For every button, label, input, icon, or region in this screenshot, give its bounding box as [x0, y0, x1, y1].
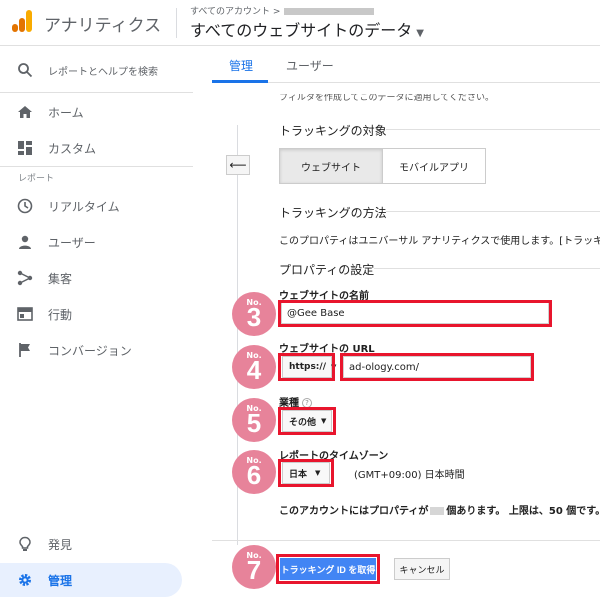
search-icon: [18, 63, 33, 78]
sidebar-item-label: 集客: [48, 271, 73, 286]
tracking-method-heading: トラッキングの方法: [279, 206, 387, 220]
highlight-box: [340, 353, 534, 381]
sidebar-item-conversions[interactable]: コンバージョン: [0, 333, 193, 367]
lightbulb-icon: [19, 536, 31, 551]
step-badge: No. 6: [232, 450, 276, 494]
back-button[interactable]: ⟵: [226, 155, 250, 175]
clock-icon: [17, 198, 33, 214]
home-icon: [18, 106, 32, 118]
timezone-value: (GMT+09:00) 日本時間: [354, 470, 465, 481]
sidebar-item-home[interactable]: ホーム: [0, 95, 193, 129]
tracking-method-text: このプロパティはユニバーサル アナリティクスで使用します。[トラッキ: [279, 236, 600, 247]
sidebar-item-realtime[interactable]: リアルタイム: [0, 189, 193, 223]
sidebar: レポートとヘルプを検索 ホーム カスタム レポート リアルタイム ユーザー 集客…: [0, 47, 193, 600]
sidebar-item-behavior[interactable]: 行動: [0, 297, 193, 331]
highlight-box: [278, 353, 335, 381]
tab-users[interactable]: ユーザー: [286, 57, 334, 74]
sidebar-item-label: 管理: [48, 573, 73, 588]
highlight-box: [278, 407, 336, 435]
sidebar-search-label: レポートとヘルプを検索: [48, 66, 158, 78]
analytics-logo-icon: [12, 10, 32, 32]
sidebar-item-label: 行動: [48, 307, 73, 322]
view-selector[interactable]: すべてのウェブサイトのデータ ▼: [190, 17, 424, 41]
gear-icon: [19, 574, 31, 586]
sidebar-divider: [0, 92, 193, 93]
sidebar-item-label: ホーム: [48, 105, 84, 120]
redacted-count: [430, 507, 445, 515]
view-title: すべてのウェブサイトのデータ: [190, 21, 413, 40]
sidebar-search[interactable]: レポートとヘルプを検索: [0, 53, 193, 87]
sidebar-item-label: 発見: [48, 537, 73, 552]
sidebar-divider: [0, 166, 193, 167]
step-badge: No. 7: [232, 545, 276, 589]
sidebar-item-label: コンバージョン: [48, 343, 132, 358]
footer-divider: [212, 540, 600, 541]
segment-mobile-app[interactable]: モバイルアプリ: [382, 148, 486, 184]
step-badge: No. 5: [232, 398, 276, 442]
sidebar-item-users[interactable]: ユーザー: [0, 225, 193, 259]
highlight-box: [278, 459, 334, 487]
section-divider: [386, 129, 600, 130]
acquisition-icon: [17, 270, 33, 286]
step-badge: No. 3: [232, 292, 276, 336]
header-divider: [176, 8, 177, 38]
section-divider: [374, 268, 600, 269]
arrow-left-icon: ⟵: [229, 158, 247, 172]
top-bar: アナリティクス すべてのアカウント > すべてのウェブサイトのデータ ▼: [0, 0, 600, 46]
app-title: アナリティクス: [44, 16, 162, 36]
section-divider: [386, 211, 600, 212]
person-icon: [19, 235, 31, 249]
highlight-box: [278, 300, 552, 327]
sidebar-item-label: カスタム: [48, 141, 97, 156]
caret-down-icon: ▼: [416, 28, 424, 39]
property-settings-heading: プロパティの設定: [279, 263, 375, 277]
dashboard-icon: [18, 141, 32, 155]
flag-icon: [19, 343, 30, 357]
segment-website[interactable]: ウェブサイト: [279, 148, 383, 184]
breadcrumb[interactable]: すべてのアカウント >: [190, 4, 375, 17]
admin-tabs: 管理 ユーザー: [212, 47, 600, 83]
step-badge: No. 4: [232, 345, 276, 389]
sidebar-item-acquisition[interactable]: 集客: [0, 261, 193, 295]
tab-admin[interactable]: 管理: [229, 57, 253, 74]
sidebar-item-admin[interactable]: 管理: [0, 563, 182, 597]
sidebar-item-label: ユーザー: [48, 235, 96, 250]
sidebar-item-custom[interactable]: カスタム: [0, 131, 193, 165]
redacted-account: [284, 8, 375, 15]
sidebar-section-label: レポート: [18, 174, 55, 184]
behavior-icon: [17, 307, 33, 321]
account-limit-note: このアカウントにはプロパティが 個あります。 上限は、50 個です。: [279, 506, 600, 517]
sidebar-item-label: リアルタイム: [48, 199, 120, 214]
cancel-button[interactable]: キャンセル: [394, 558, 450, 580]
highlight-box: [276, 554, 380, 584]
tracking-target-heading: トラッキングの対象: [279, 124, 387, 138]
sidebar-item-discover[interactable]: 発見: [0, 527, 193, 561]
tab-active-indicator: [212, 80, 268, 83]
